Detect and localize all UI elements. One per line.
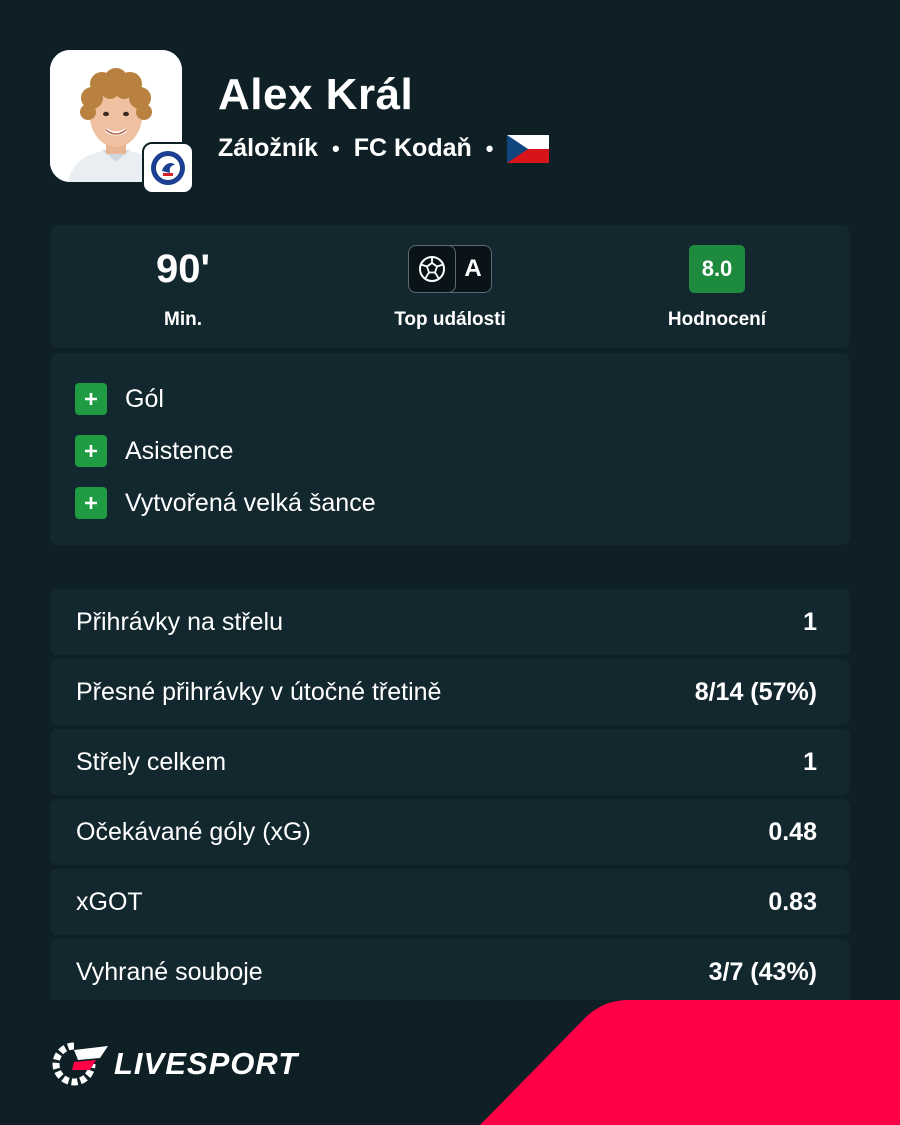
stat-value: 0.48 — [768, 818, 817, 846]
club-badge-icon[interactable] — [142, 142, 194, 194]
plus-icon — [75, 435, 107, 467]
stat-value: 3/7 (43%) — [708, 958, 817, 986]
plus-icon — [75, 487, 107, 519]
match-summary-card: 90' Min. A Top události 8.0 Hodnocení — [50, 225, 850, 348]
stat-label: xGOT — [76, 888, 143, 916]
fc-copenhagen-logo-icon — [151, 151, 185, 185]
stat-label: Očekávané góly (xG) — [76, 818, 311, 846]
event-row: Gól — [75, 382, 164, 416]
minutes-column: 90' Min. — [50, 225, 316, 348]
event-row: Vytvořená velká šance — [75, 486, 376, 520]
stat-row: Přihrávky na střelu 1 — [50, 589, 850, 655]
stat-value: 1 — [803, 748, 817, 776]
separator-dot: • — [332, 135, 340, 161]
event-label: Asistence — [125, 436, 234, 465]
player-position: Záložník — [218, 134, 319, 162]
rating-label: Hodnocení — [667, 309, 767, 330]
event-label: Gól — [125, 384, 164, 413]
stat-row: Vyhrané souboje 3/7 (43%) — [50, 939, 850, 1005]
player-avatar-wrap — [50, 50, 194, 194]
player-header: Alex Král Záložník • FC Kodaň • — [50, 50, 850, 194]
stat-value: 1 — [803, 608, 817, 636]
czech-flag-icon — [507, 134, 550, 163]
soccer-ball-icon — [419, 256, 445, 282]
stat-row: xGOT 0.83 — [50, 869, 850, 935]
top-events-icons: A — [408, 245, 492, 293]
livesport-wordmark: LIVESPORT — [114, 1046, 299, 1081]
livesport-logo[interactable]: LIVESPORT — [50, 1040, 310, 1088]
rating-badge: 8.0 — [689, 245, 745, 293]
top-events-column: A Top události — [317, 225, 583, 348]
events-card: Gól Asistence Vytvořená velká šance — [50, 353, 850, 545]
stat-label: Přihrávky na střelu — [76, 608, 284, 636]
minutes-label: Min. — [164, 309, 202, 330]
stat-value: 8/14 (57%) — [694, 678, 817, 706]
top-events-label: Top události — [394, 309, 506, 330]
rating-column: 8.0 Hodnocení — [584, 225, 850, 348]
player-club[interactable]: FC Kodaň — [354, 134, 472, 163]
assist-letter: A — [464, 255, 482, 282]
separator-dot: • — [485, 135, 494, 161]
event-row: Asistence — [75, 434, 233, 468]
player-name: Alex Král — [218, 70, 414, 119]
football-icon[interactable] — [408, 245, 456, 293]
stat-row: Střely celkem 1 — [50, 729, 850, 795]
stat-row: Očekávané góly (xG) 0.48 — [50, 799, 850, 865]
player-meta: Záložník • FC Kodaň • — [218, 134, 550, 163]
event-label: Vytvořená velká šance — [125, 488, 376, 517]
stat-label: Vyhrané souboje — [76, 958, 263, 986]
minutes-played: 90' — [155, 247, 210, 291]
stat-value: 0.83 — [768, 888, 817, 916]
stat-label: Střely celkem — [76, 748, 227, 776]
stat-row: Přesné přihrávky v útočné třetině 8/14 (… — [50, 659, 850, 725]
stat-label: Přesné přihrávky v útočné třetině — [76, 678, 442, 706]
plus-icon — [75, 383, 107, 415]
livesport-mark-icon — [52, 1042, 108, 1086]
